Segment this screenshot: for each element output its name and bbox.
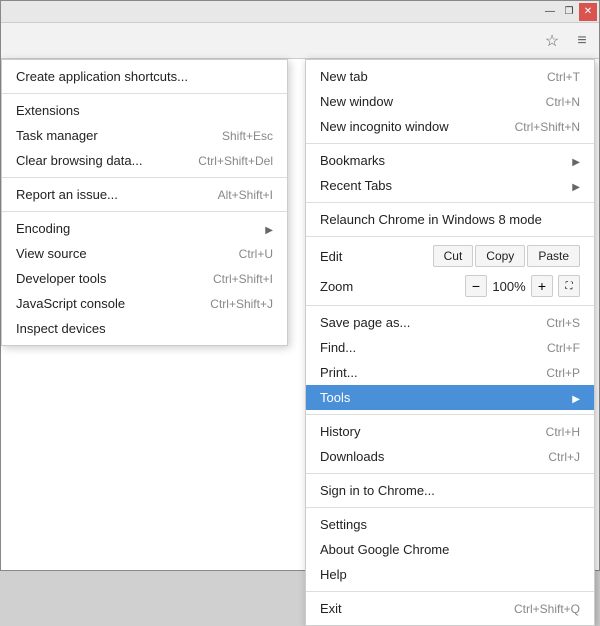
toolbar: ☆ ≡ [1,23,599,59]
menu-item-tools[interactable]: Tools [306,385,594,410]
tools-submenu-item-clear-browsing[interactable]: Clear browsing data... Ctrl+Shift+Del [2,148,287,173]
tools-arrow [572,390,580,405]
edit-buttons: Cut Copy Paste [433,245,580,267]
menu-item-save-page[interactable]: Save page as... Ctrl+S [306,310,594,335]
bookmarks-arrow [572,153,580,168]
divider-7 [306,507,594,508]
close-button[interactable]: ✕ [579,3,597,21]
tools-divider-1 [2,93,287,94]
menu-item-recent-tabs[interactable]: Recent Tabs [306,173,594,198]
star-icon[interactable]: ☆ [539,28,565,54]
browser-window: — ❐ ✕ ☆ ≡ SECURE Hacker Proof 🔒 🚫 100% F [0,0,600,571]
menu-item-new-incognito[interactable]: New incognito window Ctrl+Shift+N [306,114,594,139]
zoom-in-button[interactable]: + [531,275,553,297]
restore-button[interactable]: ❐ [560,3,578,21]
zoom-value: 100% [490,279,528,294]
encoding-arrow [265,221,273,236]
menu-item-print[interactable]: Print... Ctrl+P [306,360,594,385]
menu-item-settings[interactable]: Settings [306,512,594,537]
menu-item-about[interactable]: About Google Chrome [306,537,594,562]
divider-4 [306,305,594,306]
tools-submenu-item-extensions[interactable]: Extensions [2,98,287,123]
dropdown-menu: New tab Ctrl+T New window Ctrl+N New inc… [305,59,595,626]
tools-submenu-item-view-source[interactable]: View source Ctrl+U [2,241,287,266]
menu-item-signin[interactable]: Sign in to Chrome... [306,478,594,503]
divider-6 [306,473,594,474]
edit-row: Edit Cut Copy Paste [306,241,594,271]
tools-submenu: Create application shortcuts... Extensio… [1,59,288,346]
title-bar: — ❐ ✕ [1,1,599,23]
zoom-out-button[interactable]: − [465,275,487,297]
tools-submenu-item-encoding[interactable]: Encoding [2,216,287,241]
menu-item-new-window[interactable]: New window Ctrl+N [306,89,594,114]
tools-submenu-item-inspect-devices[interactable]: Inspect devices [2,316,287,341]
cut-button[interactable]: Cut [433,245,474,267]
menu-item-help[interactable]: Help [306,562,594,587]
copy-button[interactable]: Copy [475,245,525,267]
divider-8 [306,591,594,592]
divider-1 [306,143,594,144]
fullscreen-button[interactable]: ⛶ [558,275,580,297]
tools-submenu-item-js-console[interactable]: JavaScript console Ctrl+Shift+J [2,291,287,316]
tools-submenu-item-report-issue[interactable]: Report an issue... Alt+Shift+I [2,182,287,207]
tools-divider-2 [2,177,287,178]
menu-item-find[interactable]: Find... Ctrl+F [306,335,594,360]
zoom-controls: − 100% + ⛶ [465,275,580,297]
tools-submenu-item-task-manager[interactable]: Task manager Shift+Esc [2,123,287,148]
tools-submenu-item-app-shortcuts[interactable]: Create application shortcuts... [2,64,287,89]
tools-submenu-item-developer-tools[interactable]: Developer tools Ctrl+Shift+I [2,266,287,291]
menu-item-relaunch[interactable]: Relaunch Chrome in Windows 8 mode [306,207,594,232]
menu-item-downloads[interactable]: Downloads Ctrl+J [306,444,594,469]
zoom-row: Zoom − 100% + ⛶ [306,271,594,301]
menu-icon[interactable]: ≡ [569,28,595,54]
divider-3 [306,236,594,237]
menu-item-history[interactable]: History Ctrl+H [306,419,594,444]
recent-tabs-arrow [572,178,580,193]
divider-2 [306,202,594,203]
paste-button[interactable]: Paste [527,245,580,267]
tools-divider-3 [2,211,287,212]
menu-item-exit[interactable]: Exit Ctrl+Shift+Q [306,596,594,621]
menu-item-bookmarks[interactable]: Bookmarks [306,148,594,173]
menu-item-new-tab[interactable]: New tab Ctrl+T [306,64,594,89]
divider-5 [306,414,594,415]
minimize-button[interactable]: — [541,3,559,21]
